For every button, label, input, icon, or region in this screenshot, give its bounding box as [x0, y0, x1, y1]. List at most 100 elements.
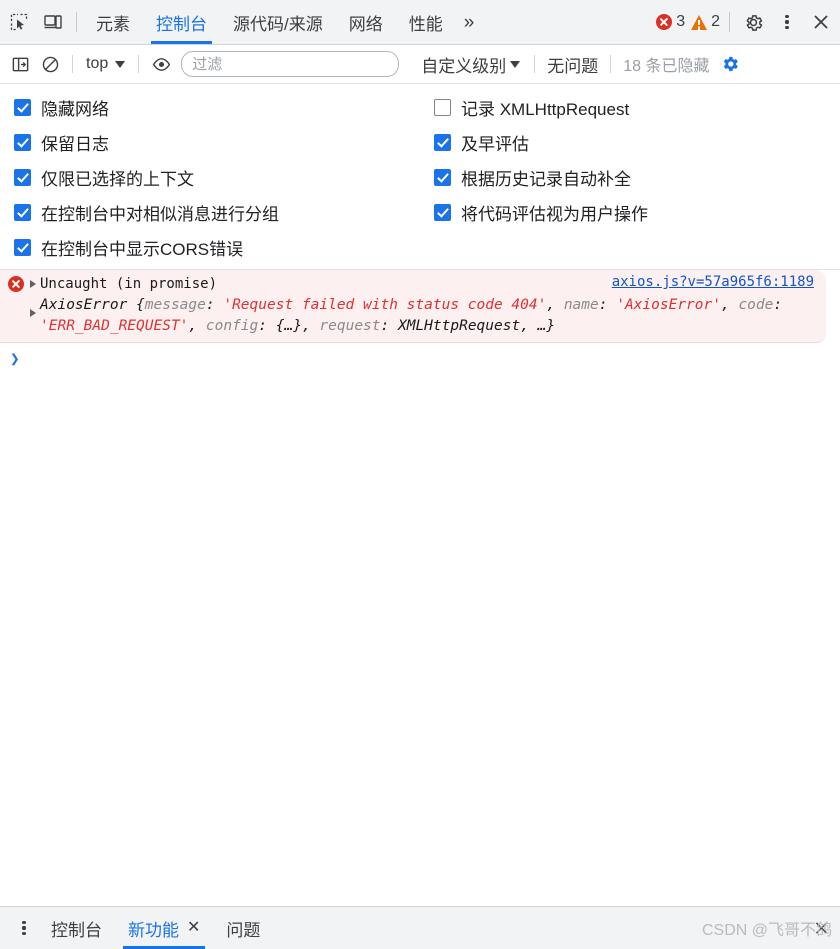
toolbar-divider	[534, 55, 536, 73]
tab-elements[interactable]: 元素	[83, 0, 143, 44]
drawer-tab-issues[interactable]: 问题	[213, 907, 273, 949]
object-part: ,	[720, 297, 739, 313]
tab-label: 网络	[348, 14, 383, 34]
setting-preserve-log[interactable]: 保留日志	[14, 129, 425, 155]
object-part: ,	[546, 297, 564, 313]
setting-label: 根据历史记录自动补全	[461, 169, 631, 189]
tab-label: 性能	[408, 14, 443, 34]
console-settings-panel: 隐藏网络 保留日志 仅限已选择的上下文 在控制台中对相似消息进行分组 在控制台中…	[0, 84, 840, 270]
object-part: {	[136, 297, 145, 313]
console-settings-gear-icon[interactable]	[716, 50, 744, 78]
more-tabs-icon[interactable]: »	[456, 13, 483, 32]
setting-autocomplete-from-history[interactable]: 根据历史记录自动补全	[434, 164, 840, 190]
toolbar-divider	[72, 55, 73, 73]
drawer-tab-label: 控制台	[51, 920, 102, 940]
setting-log-xmlhttprequest[interactable]: 记录 XMLHttpRequest	[434, 94, 840, 120]
drawer-tab-label: 问题	[226, 920, 261, 940]
gear-icon[interactable]	[736, 5, 770, 39]
settings-column-left: 隐藏网络 保留日志 仅限已选择的上下文 在控制台中对相似消息进行分组 在控制台中…	[0, 94, 425, 260]
warning-triangle-icon	[691, 14, 708, 30]
devtools-window: 元素 控制台 源代码/来源 网络 性能 » 3 2 top 过滤 自定义级别 无…	[0, 0, 840, 949]
checkbox-checked-icon[interactable]	[434, 133, 451, 151]
settings-column-right: 记录 XMLHttpRequest 及早评估 根据历史记录自动补全 将代码评估视…	[425, 94, 840, 260]
console-message-area[interactable]: Uncaught (in promise) axios.js?v=57a965f…	[0, 270, 840, 906]
expand-triangle-icon[interactable]	[30, 280, 36, 288]
error-circle-icon	[8, 276, 24, 292]
toolbar-divider	[76, 12, 77, 32]
object-part: :	[598, 297, 617, 313]
setting-hide-network[interactable]: 隐藏网络	[14, 94, 425, 120]
live-expression-icon[interactable]	[147, 50, 175, 78]
toolbar-divider	[729, 12, 730, 32]
checkbox-checked-icon[interactable]	[14, 238, 31, 256]
object-constructor-name: AxiosError	[40, 297, 137, 313]
error-count: 3	[676, 13, 686, 30]
filter-input[interactable]	[181, 51, 400, 77]
log-level-selector[interactable]: 自定义级别	[415, 52, 526, 77]
main-tab-bar: 元素 控制台 源代码/来源 网络 性能 » 3 2	[0, 0, 840, 45]
setting-eager-evaluation[interactable]: 及早评估	[434, 129, 840, 155]
issues-status[interactable]: 无问题	[543, 52, 602, 77]
error-object-preview[interactable]: AxiosError {message: 'Request failed wit…	[40, 295, 816, 337]
drawer-tab-label: 新功能	[128, 920, 179, 940]
object-part: :	[205, 297, 224, 313]
drawer-menu-icon[interactable]	[10, 914, 38, 942]
tab-sources[interactable]: 源代码/来源	[220, 0, 336, 44]
kebab-menu-icon[interactable]	[770, 5, 804, 39]
source-link[interactable]: axios.js?v=57a965f6:1189	[612, 274, 818, 290]
setting-evaluate-as-user-action[interactable]: 将代码评估视为用户操作	[434, 199, 840, 225]
object-part: :	[380, 318, 398, 334]
checkbox-checked-icon[interactable]	[14, 98, 31, 116]
object-part: ,	[188, 318, 206, 334]
warning-counter[interactable]: 2	[688, 13, 723, 31]
kebab-dots	[773, 8, 801, 36]
setting-label: 隐藏网络	[41, 99, 109, 119]
hidden-messages-count[interactable]: 18 条已隐藏	[619, 52, 713, 76]
drawer-tab-console[interactable]: 控制台	[38, 907, 115, 949]
object-part: , …}	[520, 318, 556, 334]
tab-network[interactable]: 网络	[336, 0, 396, 44]
object-part: config	[205, 318, 259, 334]
console-toolbar: top 自定义级别 无问题 18 条已隐藏	[0, 45, 840, 84]
clear-console-icon[interactable]	[36, 50, 64, 78]
error-counter[interactable]: 3	[653, 13, 688, 31]
close-devtools-icon[interactable]	[804, 5, 838, 39]
checkbox-checked-icon[interactable]	[14, 168, 31, 186]
checkbox-checked-icon[interactable]	[14, 203, 31, 221]
console-error-message[interactable]: Uncaught (in promise) axios.js?v=57a965f…	[0, 270, 826, 343]
setting-selected-context-only[interactable]: 仅限已选择的上下文	[14, 164, 425, 190]
context-selector[interactable]: top	[81, 55, 130, 73]
setting-label: 在控制台中显示CORS错误	[41, 239, 244, 259]
object-part: XMLHttpRequest	[397, 318, 521, 334]
checkbox-checked-icon[interactable]	[434, 168, 451, 186]
device-toolbar-icon[interactable]	[36, 5, 70, 39]
checkbox-checked-icon[interactable]	[14, 133, 31, 151]
setting-group-similar[interactable]: 在控制台中对相似消息进行分组	[14, 199, 425, 225]
expand-triangle-icon[interactable]	[30, 309, 36, 317]
object-part: :	[773, 297, 783, 313]
tab-performance[interactable]: 性能	[396, 0, 456, 44]
object-part: name	[563, 297, 599, 313]
tab-console[interactable]: 控制台	[143, 0, 220, 44]
checkbox-checked-icon[interactable]	[434, 203, 451, 221]
close-drawer-icon[interactable]	[813, 920, 830, 937]
object-part: 'Request failed with status code 404'	[223, 297, 547, 313]
setting-label: 及早评估	[461, 134, 529, 154]
object-part: 'ERR_BAD_REQUEST'	[40, 318, 189, 334]
setting-show-cors-errors[interactable]: 在控制台中显示CORS错误	[14, 234, 425, 260]
drawer-tab-whats-new[interactable]: 新功能 ✕	[115, 907, 213, 949]
setting-label: 记录 XMLHttpRequest	[461, 99, 630, 119]
tab-label: 元素	[96, 14, 130, 34]
toolbar-divider	[138, 55, 140, 73]
close-tab-icon[interactable]: ✕	[187, 920, 200, 936]
error-header-row: Uncaught (in promise) axios.js?v=57a965f…	[0, 274, 826, 295]
chevron-down-icon	[510, 60, 521, 68]
drawer-tab-bar: 控制台 新功能 ✕ 问题 CSDN @飞哥不鸽	[0, 906, 840, 949]
warning-count: 2	[711, 13, 720, 30]
console-prompt-row[interactable]: ❯	[0, 343, 840, 371]
checkbox-unchecked-icon[interactable]	[434, 98, 451, 116]
console-sidebar-icon[interactable]	[6, 50, 34, 78]
error-detail-row: AxiosError {message: 'Request failed wit…	[0, 295, 826, 337]
chevron-down-icon	[115, 60, 126, 68]
inspect-element-icon[interactable]	[2, 5, 36, 39]
